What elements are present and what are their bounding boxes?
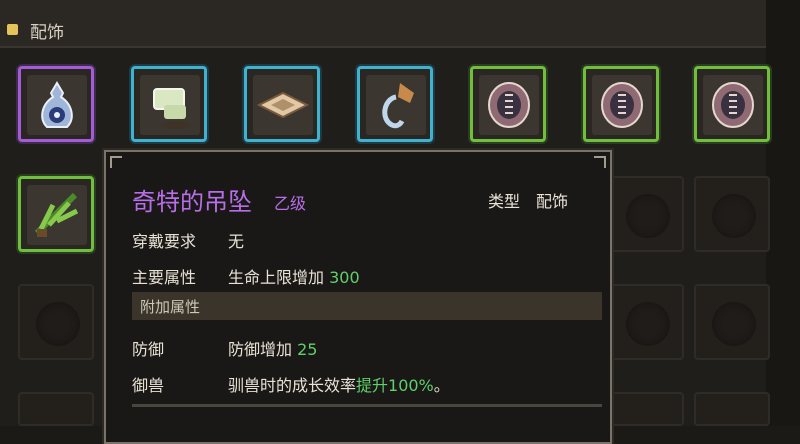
item-type-value: 配饰 — [536, 192, 569, 211]
inventory-slot[interactable] — [357, 66, 433, 142]
inventory-slot[interactable] — [18, 176, 94, 252]
tooltip-divider — [132, 404, 602, 407]
inventory-slot-empty[interactable] — [694, 176, 770, 252]
item-type-label: 类型 — [488, 192, 521, 211]
inventory-slot[interactable] — [18, 66, 94, 142]
inventory-slot[interactable] — [694, 66, 770, 142]
item-name: 奇特的吊坠 — [132, 188, 252, 216]
inventory-slot-empty[interactable] — [694, 392, 770, 426]
category-header: 配饰 — [0, 0, 766, 48]
extra-attributes-title: 附加属性 — [140, 298, 201, 316]
inventory-slot-empty[interactable] — [18, 392, 94, 426]
defense-value: 防御增加 25 — [228, 336, 317, 360]
category-marker-icon — [7, 24, 18, 35]
item-grade: 乙级 — [274, 194, 307, 213]
inventory-slot[interactable] — [470, 66, 546, 142]
defense-text: 防御增加 — [228, 340, 293, 359]
extra-attributes-header: 附加属性 — [132, 292, 602, 320]
inventory-slot[interactable] — [131, 66, 207, 142]
defense-number: 25 — [297, 340, 318, 359]
rune-shield-icon — [601, 82, 643, 128]
inventory-slot-empty[interactable] — [608, 176, 684, 252]
inventory-slot-empty[interactable] — [18, 284, 94, 360]
rune-shield-icon — [712, 82, 754, 128]
tooltip-corner-ornament — [110, 156, 122, 168]
main-attribute-text: 生命上限增加 — [228, 268, 325, 287]
main-attribute-value: 生命上限增加 300 — [228, 264, 360, 288]
item-tooltip: 奇特的吊坠 乙级 类型 配饰 穿戴要求 无 主要属性 生命上限增加 300 附加… — [104, 150, 612, 444]
inventory-slot-empty[interactable] — [608, 392, 684, 426]
leather-pad-icon — [256, 91, 310, 119]
requirement-value: 无 — [228, 232, 245, 251]
rune-shield-icon — [488, 82, 530, 128]
potion-flask-icon — [41, 81, 73, 128]
bell-hook-icon — [382, 83, 414, 129]
taming-value: 驯兽时的成长效率提升100%。 — [228, 372, 450, 396]
herb-bundle-icon — [34, 192, 79, 237]
inventory-slot-empty[interactable] — [608, 284, 684, 360]
inventory-slot[interactable] — [244, 66, 320, 142]
taming-text: 驯兽时的成长效率 — [228, 376, 357, 395]
inventory-slot-empty[interactable] — [694, 284, 770, 360]
scroll-item-icon — [153, 88, 190, 129]
side-scrollbar[interactable] — [766, 0, 800, 426]
main-attribute-label: 主要属性 — [132, 268, 197, 287]
category-title: 配饰 — [30, 23, 64, 43]
tooltip-corner-ornament — [594, 156, 606, 168]
main-attribute-number: 300 — [329, 268, 360, 287]
taming-label: 御兽 — [132, 376, 165, 395]
taming-highlight: 提升100% — [356, 376, 434, 395]
defense-label: 防御 — [132, 340, 165, 359]
inventory-slot[interactable] — [583, 66, 659, 142]
requirement-label: 穿戴要求 — [132, 232, 197, 251]
taming-suffix: 。 — [433, 376, 450, 395]
